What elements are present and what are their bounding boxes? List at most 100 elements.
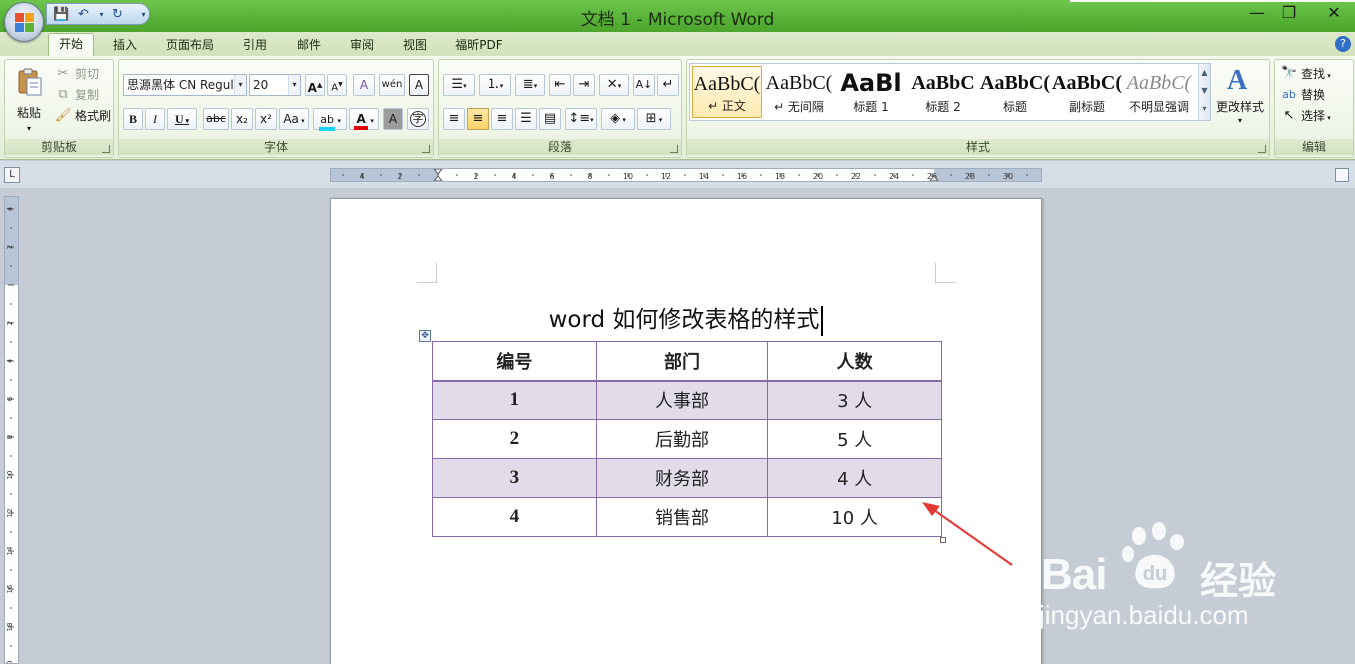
italic-button[interactable]: I: [145, 108, 165, 130]
gallery-up-icon[interactable]: ▲: [1199, 64, 1210, 82]
subscript-button[interactable]: x₂: [231, 108, 253, 130]
cut-button[interactable]: ✂ 剪切: [53, 64, 99, 84]
find-button[interactable]: 🔭 查找 ▾: [1279, 64, 1331, 84]
style-title[interactable]: AaBbC( 标题: [980, 66, 1050, 118]
gallery-scrollbar[interactable]: ▲ ▼ ▾: [1198, 64, 1210, 120]
font-size-value: 20: [253, 78, 269, 92]
table-move-handle-icon[interactable]: ✥: [419, 330, 431, 342]
superscript-button[interactable]: x²: [255, 108, 277, 130]
style-heading-1[interactable]: AaBl 标题 1: [836, 66, 906, 118]
style-normal[interactable]: AaBbC( ↵ 正文: [692, 66, 762, 118]
copy-button[interactable]: ⧉ 复制: [53, 85, 99, 105]
multilevel-list-button[interactable]: ≣▾: [515, 74, 545, 96]
tab-mailings[interactable]: 邮件: [288, 35, 330, 56]
bold-button[interactable]: B: [123, 108, 143, 130]
distributed-button[interactable]: ▤: [539, 108, 561, 130]
bullets-button[interactable]: ☰▾: [443, 74, 475, 96]
tab-insert[interactable]: 插入: [104, 35, 146, 56]
phonetic-guide-button[interactable]: wén: [379, 74, 405, 96]
cell-id[interactable]: 1: [432, 380, 597, 420]
department-table[interactable]: 编号 部门 人数 1 人事部 3 人 2 后勤部 5 人 3 财务部 4 人 4…: [432, 341, 942, 537]
cell-id[interactable]: 4: [432, 497, 597, 537]
highlight-button[interactable]: ab ▾: [313, 108, 347, 131]
cell-count[interactable]: 4 人: [767, 458, 942, 498]
clear-formatting-button[interactable]: A: [353, 74, 375, 96]
font-color-button[interactable]: A ▾: [349, 108, 379, 130]
tab-selector-icon[interactable]: L: [4, 167, 20, 183]
shrink-font-button[interactable]: A▼: [327, 74, 347, 96]
font-size-dropdown-icon[interactable]: ▾: [288, 75, 300, 95]
cell-count[interactable]: 10 人: [767, 497, 942, 537]
gallery-down-icon[interactable]: ▼: [1199, 82, 1210, 100]
justify-button[interactable]: ☰: [515, 108, 537, 130]
tab-view[interactable]: 视图: [394, 35, 436, 56]
align-center-button[interactable]: ≡: [467, 108, 489, 130]
tab-review[interactable]: 审阅: [341, 35, 383, 56]
enclose-characters-button[interactable]: 字: [407, 108, 429, 130]
help-icon[interactable]: ?: [1335, 36, 1351, 52]
maximize-button[interactable]: ❐: [1273, 2, 1305, 24]
line-spacing-button[interactable]: ↕≡▾: [565, 108, 597, 130]
vertical-ruler-number: 4: [6, 206, 14, 211]
cell-id[interactable]: 2: [432, 419, 597, 459]
tab-page-layout[interactable]: 页面布局: [160, 35, 220, 56]
cell-count[interactable]: 3 人: [767, 380, 942, 420]
style-heading-2[interactable]: AaBbC 标题 2: [908, 66, 978, 118]
paste-button[interactable]: 粘贴 ▾: [9, 64, 49, 136]
select-button[interactable]: ↖ 选择 ▾: [1279, 106, 1331, 126]
character-border-button[interactable]: A: [409, 74, 429, 96]
clipboard-launcher-icon[interactable]: [102, 145, 110, 153]
header-id[interactable]: 编号: [432, 341, 597, 382]
header-count[interactable]: 人数: [767, 341, 942, 382]
font-launcher-icon[interactable]: [422, 145, 430, 153]
underline-button[interactable]: U ▾: [167, 108, 197, 130]
increase-indent-button[interactable]: ⇥: [573, 74, 595, 96]
replace-button[interactable]: ab 替换: [1279, 85, 1325, 105]
change-styles-button[interactable]: A 更改样式 ▾: [1214, 64, 1266, 136]
style-subtitle[interactable]: AaBbC( 副标题: [1052, 66, 1122, 118]
align-left-button[interactable]: ≡: [443, 108, 465, 130]
close-button[interactable]: ✕: [1318, 2, 1350, 24]
document-heading[interactable]: word 如何修改表格的样式: [331, 300, 1041, 336]
grow-font-button[interactable]: A▲: [305, 74, 325, 96]
chinese-layout-button[interactable]: ✕▾: [599, 74, 629, 96]
numbering-button[interactable]: ⒈▾: [479, 74, 511, 96]
minimize-button[interactable]: —: [1241, 2, 1273, 24]
tab-references[interactable]: 引用: [234, 35, 276, 56]
cell-department[interactable]: 销售部: [595, 497, 769, 537]
cell-department[interactable]: 财务部: [595, 458, 769, 498]
paragraph-launcher-icon[interactable]: [670, 145, 678, 153]
view-ruler-icon[interactable]: [1335, 168, 1349, 182]
character-shading-button[interactable]: A: [383, 108, 403, 130]
horizontal-ruler[interactable]: 4 2 2 4 6 8 10 12 14 16 18 20 22 24 26 28 30: [330, 168, 1042, 182]
office-button[interactable]: [4, 2, 44, 42]
cell-department[interactable]: 人事部: [595, 380, 769, 420]
sort-button[interactable]: A↓: [633, 74, 655, 96]
style-subtle-emphasis[interactable]: AaBbC( 不明显强调: [1124, 66, 1194, 118]
format-painter-button[interactable]: 🖌 格式刷: [53, 106, 111, 126]
show-marks-button[interactable]: ↵: [657, 74, 679, 96]
style-no-spacing[interactable]: AaBbC( ↵ 无间隔: [764, 66, 834, 118]
vertical-ruler[interactable]: 4 2 2 4 6 8 10 12 14 16 18 20: [4, 196, 19, 664]
tab-foxit-pdf[interactable]: 福昕PDF: [448, 35, 510, 56]
strikethrough-button[interactable]: abc: [203, 108, 229, 130]
cell-department[interactable]: 后勤部: [595, 419, 769, 459]
cell-id[interactable]: 3: [432, 458, 597, 498]
header-department[interactable]: 部门: [595, 341, 769, 382]
styles-launcher-icon[interactable]: [1258, 145, 1266, 153]
font-size-combo[interactable]: 20 ▾: [249, 74, 301, 96]
hanging-indent-marker[interactable]: [433, 175, 443, 181]
borders-button[interactable]: ⊞ ▾: [637, 108, 671, 130]
shading-button[interactable]: ◈ ▾: [601, 108, 635, 130]
cell-count[interactable]: 5 人: [767, 419, 942, 459]
font-name-combo[interactable]: 思源黑体 CN Regul ▾: [123, 74, 247, 96]
change-case-button[interactable]: Aa ▾: [279, 108, 309, 130]
align-right-button[interactable]: ≡: [491, 108, 513, 130]
font-name-dropdown-icon[interactable]: ▾: [234, 75, 246, 95]
table-resize-handle[interactable]: [940, 537, 946, 543]
decrease-indent-button[interactable]: ⇤: [549, 74, 571, 96]
document-page[interactable]: word 如何修改表格的样式 ✥ 编号 部门 人数 1 人事部 3 人 2 后勤…: [330, 198, 1042, 664]
gallery-more-icon[interactable]: ▾: [1199, 100, 1210, 118]
tab-home[interactable]: 开始: [48, 33, 94, 56]
first-line-indent-marker[interactable]: [433, 169, 443, 175]
